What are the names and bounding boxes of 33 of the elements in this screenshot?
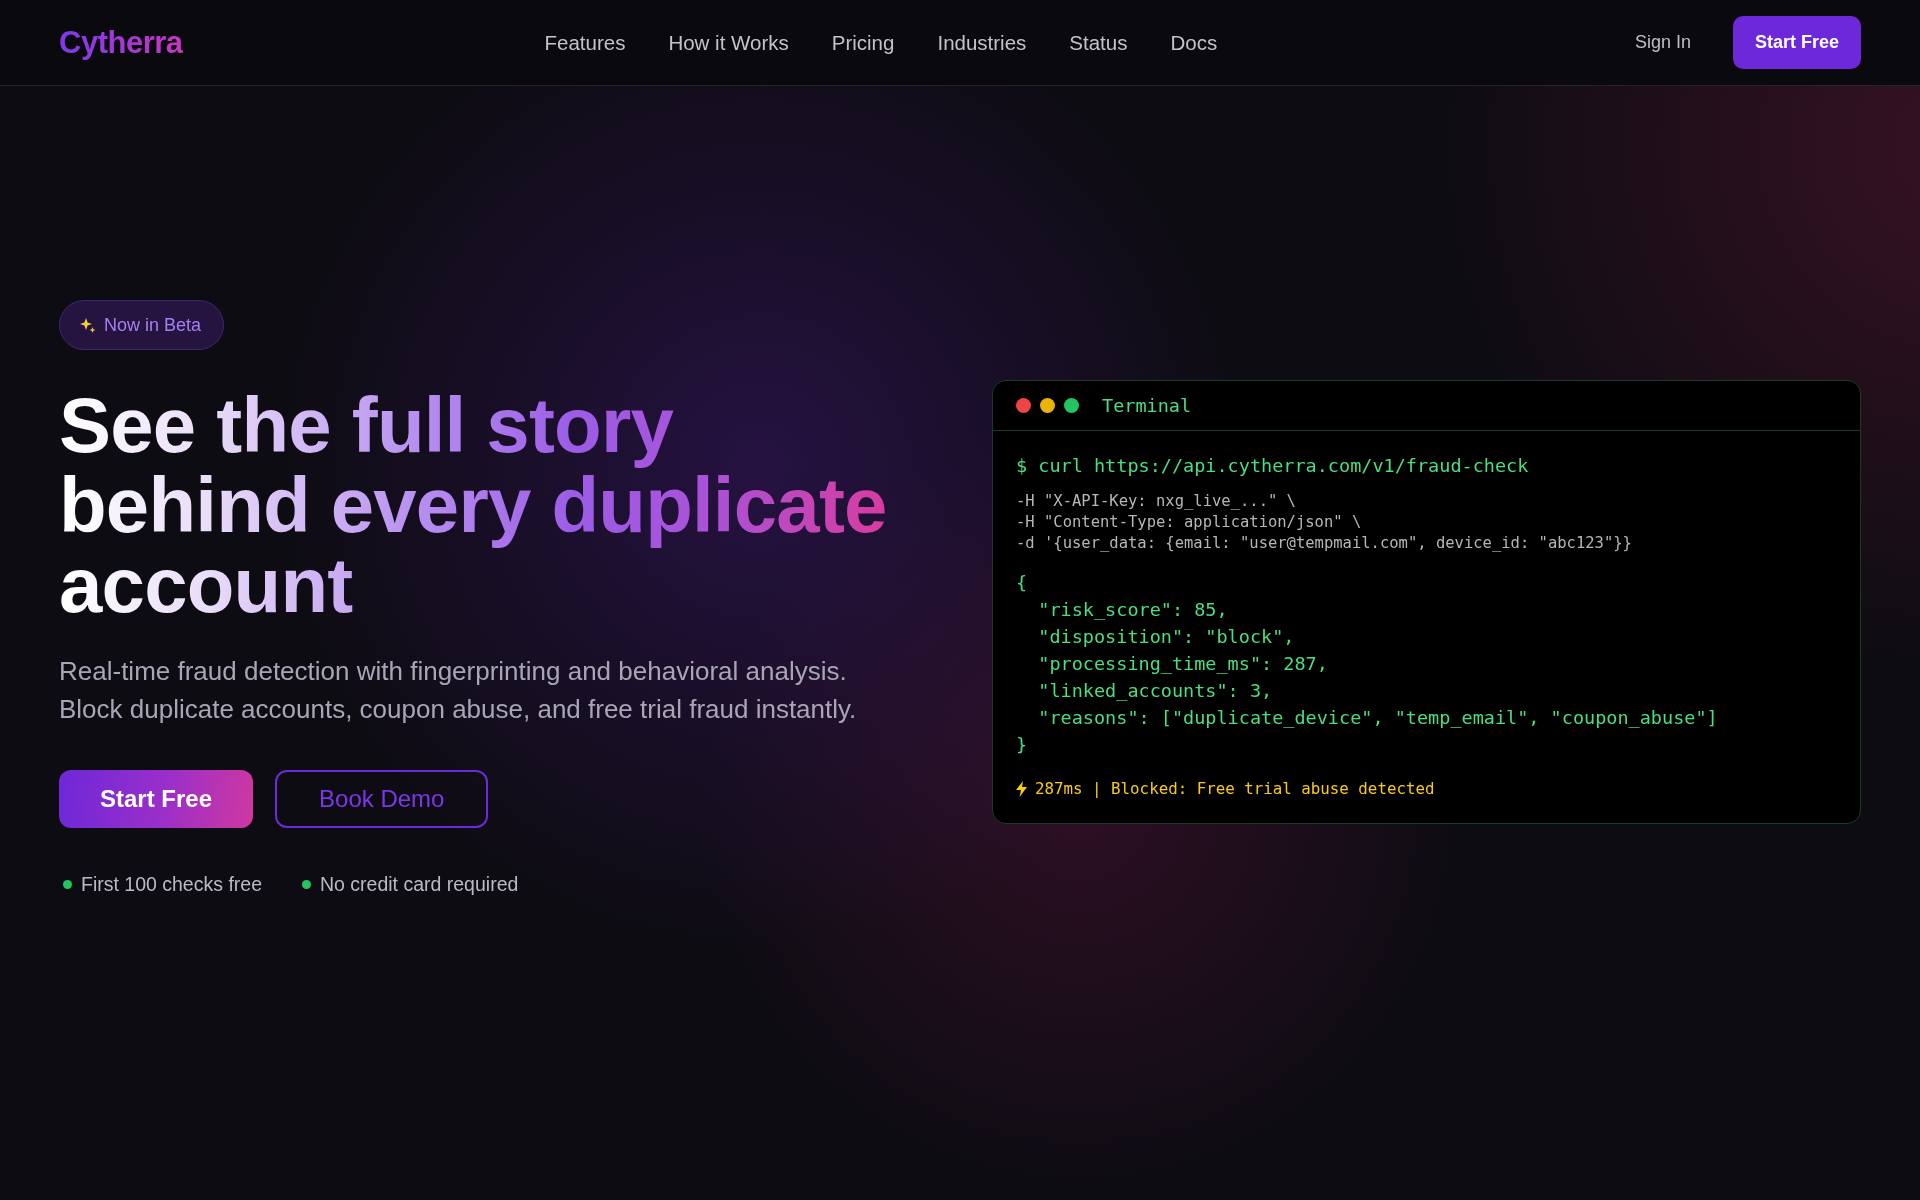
- window-control-icon: [1064, 398, 1079, 413]
- code-line: "linked_accounts": 3,: [1037, 679, 1273, 703]
- nav-link[interactable]: Features: [544, 30, 626, 55]
- perk-text: First 100 checks free: [81, 873, 262, 895]
- sign-in-link[interactable]: Sign In: [1634, 32, 1691, 53]
- sparkle-icon: [79, 316, 96, 334]
- window-control-icon: [1040, 398, 1055, 413]
- nav-link[interactable]: Industries: [937, 30, 1027, 55]
- code-line: "processing_time_ms": 287,: [1037, 652, 1328, 676]
- code-line: {: [1016, 571, 1028, 595]
- nav-cta-button[interactable]: Start Free: [1732, 16, 1861, 69]
- primary-button[interactable]: Start Free: [59, 770, 254, 828]
- nav-link[interactable]: Status: [1069, 30, 1128, 55]
- nav-link[interactable]: Docs: [1170, 30, 1218, 55]
- code-line: }: [1016, 733, 1028, 757]
- bullet-dot-icon: [302, 879, 311, 889]
- code-line: "reasons": ["duplicate_device", "temp_email", "coupon_abuse"]: [1037, 706, 1718, 730]
- code-line: -H "Content-Type: application/json" \: [1016, 512, 1362, 533]
- bullet-dot-icon: [63, 879, 72, 889]
- status-text: 287ms | Blocked: Free trial abuse detected: [1035, 778, 1435, 799]
- nav-link[interactable]: Pricing: [831, 30, 895, 55]
- perk-text: No credit card required: [320, 873, 519, 895]
- code-line: -d '{user_data: {email: "user@tempmail.com", device_id: "abc123"}}: [1016, 533, 1632, 554]
- command-line: $ curl https://api.cytherra.com/v1/fraud-check: [1016, 454, 1529, 478]
- code-line: "disposition": "block",: [1037, 625, 1295, 649]
- badge-label: Now in Beta: [104, 314, 202, 336]
- window-control-icon: [1016, 398, 1031, 413]
- code-line: -H "X-API-Key: nxg_live_..." \: [1016, 491, 1296, 512]
- hero-subtitle: Real-time fraud detection with fingerprinting and behavioral analysis. Block duplicate accounts, coupon abuse, and free trial fraud instantly.: [59, 655, 857, 726]
- code-line: "risk_score": 85,: [1037, 598, 1228, 622]
- terminal-title: Terminal: [1102, 395, 1192, 416]
- nav-link[interactable]: How it Works: [668, 30, 789, 55]
- lightning-icon: [1016, 780, 1027, 797]
